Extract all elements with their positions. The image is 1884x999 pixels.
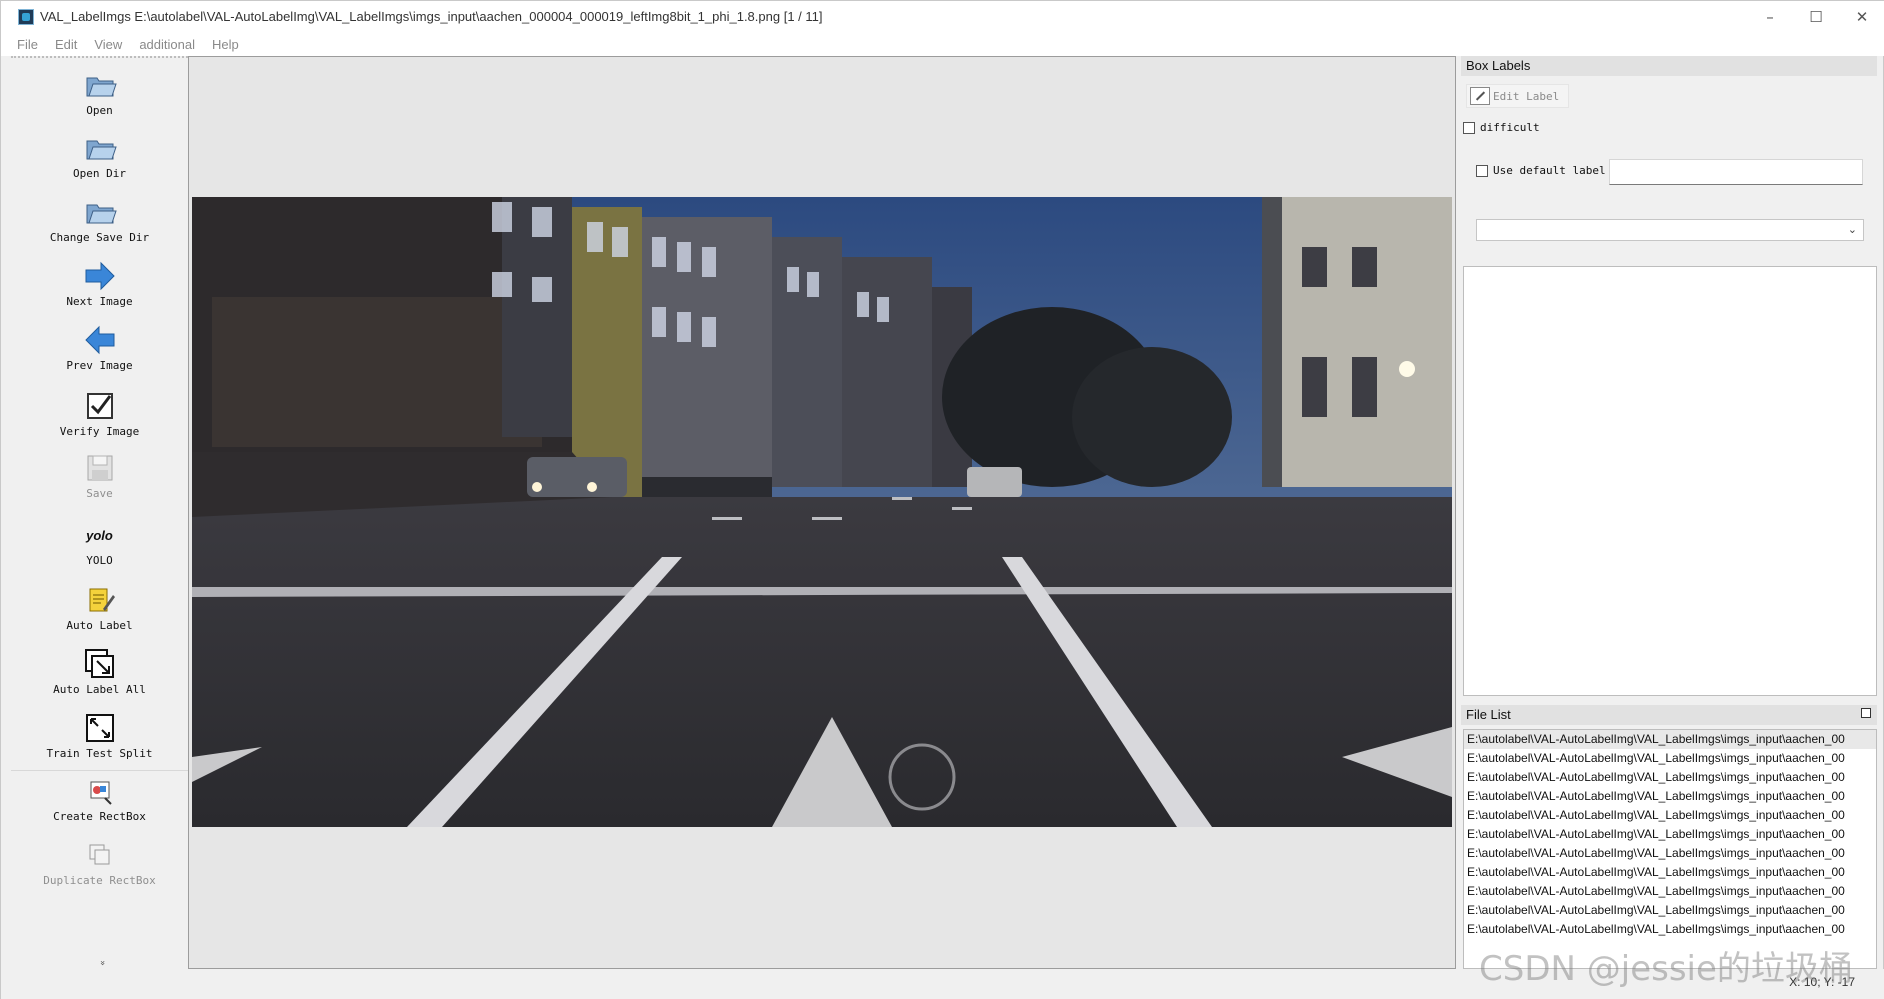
auto-label-label: Auto Label: [66, 619, 133, 632]
stacked-windows-arrow-icon: [83, 647, 117, 681]
use-default-label-row: Use default label: [1476, 164, 1606, 177]
maximize-button[interactable]: ☐: [1793, 1, 1839, 32]
save-label: Save: [86, 487, 113, 500]
file-list-item[interactable]: E:\autolabel\VAL-AutoLabelImg\VAL_LabelI…: [1464, 901, 1876, 920]
yolo-icon-text: yolo: [86, 527, 113, 543]
prev-image-label: Prev Image: [66, 359, 133, 372]
file-list-item[interactable]: E:\autolabel\VAL-AutoLabelImg\VAL_LabelI…: [1464, 806, 1876, 825]
edit-label-button[interactable]: Edit Label: [1466, 84, 1569, 108]
toolbar-overflow-icon[interactable]: »: [97, 960, 107, 966]
difficult-row: difficult: [1463, 121, 1540, 134]
notepad-pencil-icon: [83, 583, 117, 617]
save-button[interactable]: Save: [11, 451, 188, 500]
menu-additional[interactable]: additional: [139, 37, 195, 52]
minimize-button[interactable]: –: [1747, 1, 1793, 32]
menu-help[interactable]: Help: [212, 37, 239, 52]
split-arrows-icon: [83, 711, 117, 745]
draw-rectangle-icon: [83, 774, 117, 808]
use-default-label-text: Use default label: [1493, 164, 1606, 177]
open-dir-label: Open Dir: [73, 167, 126, 180]
open-button[interactable]: Open: [11, 68, 188, 117]
arrow-left-icon: [83, 323, 117, 357]
yolo-icon: yolo: [83, 518, 117, 552]
edit-pencil-icon: [1470, 87, 1490, 105]
change-save-dir-label: Change Save Dir: [49, 231, 150, 244]
box-labels-title: Box Labels: [1461, 56, 1877, 76]
verify-image-label: Verify Image: [59, 425, 140, 438]
open-dir-button[interactable]: Open Dir: [11, 131, 188, 180]
train-test-split-button[interactable]: Train Test Split: [11, 711, 188, 760]
file-list-item[interactable]: E:\autolabel\VAL-AutoLabelImg\VAL_LabelI…: [1464, 730, 1876, 749]
file-list-item[interactable]: E:\autolabel\VAL-AutoLabelImg\VAL_LabelI…: [1464, 844, 1876, 863]
duplicate-rectbox-label: Duplicate RectBox: [43, 874, 156, 887]
file-list-item[interactable]: E:\autolabel\VAL-AutoLabelImg\VAL_LabelI…: [1464, 920, 1876, 939]
difficult-label: difficult: [1480, 121, 1540, 134]
difficult-checkbox[interactable]: [1463, 121, 1475, 134]
file-list-dock: File List E:\autolabel\VAL-AutoLabelImg\…: [1461, 705, 1877, 969]
close-button[interactable]: ✕: [1839, 1, 1884, 32]
next-image-button[interactable]: Next Image: [11, 259, 188, 308]
checkbox-checked-icon: [83, 389, 117, 423]
yolo-button[interactable]: yolo YOLO: [11, 518, 188, 568]
duplicate-icon: [83, 838, 117, 872]
menu-edit[interactable]: Edit: [55, 37, 77, 52]
street-scene-image: [192, 197, 1452, 827]
window-title: VAL_LabelImgs E:\autolabel\VAL-AutoLabel…: [40, 9, 823, 24]
prev-image-button[interactable]: Prev Image: [11, 323, 188, 372]
menu-file[interactable]: File: [17, 37, 38, 52]
label-list[interactable]: [1463, 266, 1877, 696]
change-save-dir-button[interactable]: Change Save Dir: [11, 195, 188, 244]
train-test-split-label: Train Test Split: [46, 747, 153, 760]
window-controls: – ☐ ✕: [1747, 1, 1884, 32]
menu-bar: File Edit View additional Help: [1, 32, 1884, 56]
next-image-label: Next Image: [66, 295, 133, 308]
image-canvas[interactable]: [188, 56, 1456, 969]
folder-open-icon: [83, 131, 117, 165]
edit-label-text: Edit Label: [1493, 89, 1560, 103]
file-list-item[interactable]: E:\autolabel\VAL-AutoLabelImg\VAL_LabelI…: [1464, 768, 1876, 787]
file-list-item[interactable]: E:\autolabel\VAL-AutoLabelImg\VAL_LabelI…: [1464, 863, 1876, 882]
file-list-title: File List: [1466, 707, 1511, 722]
file-list-item[interactable]: E:\autolabel\VAL-AutoLabelImg\VAL_LabelI…: [1464, 825, 1876, 844]
yolo-label: YOLO: [86, 554, 113, 567]
file-list-item[interactable]: E:\autolabel\VAL-AutoLabelImg\VAL_LabelI…: [1464, 787, 1876, 806]
open-label: Open: [86, 104, 113, 117]
folder-open-icon: [83, 195, 117, 229]
arrow-right-icon: [83, 259, 117, 293]
verify-image-button[interactable]: Verify Image: [11, 389, 188, 438]
use-default-label-checkbox[interactable]: [1476, 164, 1488, 177]
folder-open-icon: [83, 68, 117, 102]
file-list-item[interactable]: E:\autolabel\VAL-AutoLabelImg\VAL_LabelI…: [1464, 749, 1876, 768]
watermark-text: CSDN @jessie的垃圾桶: [1479, 949, 1853, 989]
left-toolbar: Open Open Dir Change Save Dir Next Image: [11, 56, 188, 969]
create-rectbox-label: Create RectBox: [53, 810, 146, 823]
create-rectbox-button[interactable]: Create RectBox: [11, 774, 188, 823]
duplicate-rectbox-button[interactable]: Duplicate RectBox: [11, 838, 188, 887]
auto-label-all-button[interactable]: Auto Label All: [11, 647, 188, 696]
file-list-item[interactable]: E:\autolabel\VAL-AutoLabelImg\VAL_LabelI…: [1464, 882, 1876, 901]
default-label-input[interactable]: [1609, 159, 1863, 185]
file-list[interactable]: E:\autolabel\VAL-AutoLabelImg\VAL_LabelI…: [1463, 729, 1877, 969]
app-logo-icon: [18, 8, 34, 25]
right-panel: Box Labels Edit Label difficult Use defa…: [1461, 56, 1877, 969]
floppy-disk-icon: [83, 451, 117, 485]
file-list-title-bar: File List: [1461, 705, 1877, 725]
label-combo-box[interactable]: ⌄: [1476, 219, 1864, 241]
chevron-down-icon: ⌄: [1847, 223, 1857, 236]
title-bar: VAL_LabelImgs E:\autolabel\VAL-AutoLabel…: [1, 1, 1884, 32]
toolbar-separator: [11, 770, 188, 771]
app-window: VAL_LabelImgs E:\autolabel\VAL-AutoLabel…: [0, 0, 1884, 999]
menu-view[interactable]: View: [94, 37, 122, 52]
float-dock-icon[interactable]: [1861, 708, 1871, 718]
auto-label-all-label: Auto Label All: [53, 683, 146, 696]
auto-label-button[interactable]: Auto Label: [11, 583, 188, 632]
